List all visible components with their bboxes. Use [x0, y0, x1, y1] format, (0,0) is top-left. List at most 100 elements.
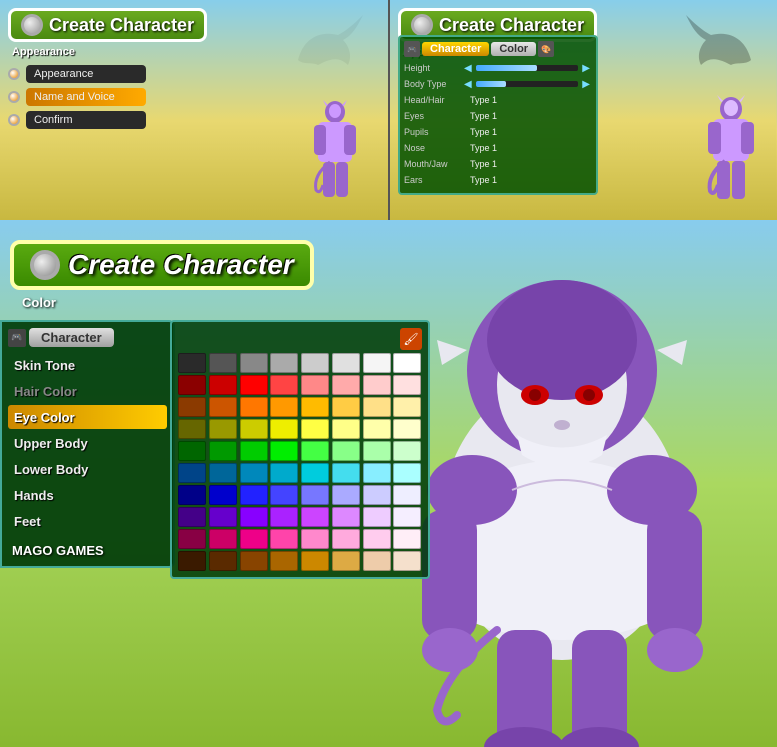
- color-cell-9-4[interactable]: [301, 551, 329, 571]
- color-cell-1-2[interactable]: [240, 375, 268, 395]
- color-cell-2-4[interactable]: [301, 397, 329, 417]
- color-cell-0-0[interactable]: [178, 353, 206, 373]
- option-skin-tone[interactable]: Skin Tone: [8, 353, 167, 377]
- color-cell-5-7[interactable]: [393, 463, 421, 483]
- tab-color[interactable]: Color: [491, 42, 536, 56]
- color-cell-5-0[interactable]: [178, 463, 206, 483]
- label-appearance: Appearance: [34, 68, 93, 80]
- color-cell-8-1[interactable]: [209, 529, 237, 549]
- arrow-left-bodytype[interactable]: ◀: [464, 79, 472, 90]
- color-cell-7-0[interactable]: [178, 507, 206, 527]
- color-cell-8-0[interactable]: [178, 529, 206, 549]
- color-cell-5-5[interactable]: [332, 463, 360, 483]
- color-cell-1-1[interactable]: [209, 375, 237, 395]
- color-cell-6-7[interactable]: [393, 485, 421, 505]
- color-cell-9-3[interactable]: [270, 551, 298, 571]
- color-cell-8-3[interactable]: [270, 529, 298, 549]
- color-cell-1-5[interactable]: [332, 375, 360, 395]
- top-left-title-badge: Create Character: [8, 8, 207, 42]
- color-cell-9-6[interactable]: [363, 551, 391, 571]
- color-cell-5-6[interactable]: [363, 463, 391, 483]
- option-upper-body[interactable]: Upper Body: [8, 431, 167, 455]
- color-cell-5-3[interactable]: [270, 463, 298, 483]
- color-cell-0-1[interactable]: [209, 353, 237, 373]
- color-cell-9-7[interactable]: [393, 551, 421, 571]
- color-cell-2-5[interactable]: [332, 397, 360, 417]
- color-cell-6-3[interactable]: [270, 485, 298, 505]
- color-cell-0-7[interactable]: [393, 353, 421, 373]
- color-cell-3-1[interactable]: [209, 419, 237, 439]
- color-cell-4-6[interactable]: [363, 441, 391, 461]
- option-hair-color[interactable]: Hair Color: [8, 379, 167, 403]
- color-cell-4-1[interactable]: [209, 441, 237, 461]
- color-cell-9-1[interactable]: [209, 551, 237, 571]
- color-cell-2-6[interactable]: [363, 397, 391, 417]
- color-cell-0-6[interactable]: [363, 353, 391, 373]
- color-cell-8-4[interactable]: [301, 529, 329, 549]
- color-cell-9-0[interactable]: [178, 551, 206, 571]
- color-cell-8-6[interactable]: [363, 529, 391, 549]
- option-feet[interactable]: Feet: [8, 509, 167, 533]
- char-tab-button[interactable]: Character: [29, 328, 114, 347]
- color-cell-6-2[interactable]: [240, 485, 268, 505]
- tab-character[interactable]: Character: [422, 42, 489, 56]
- option-hands[interactable]: Hands: [8, 483, 167, 507]
- menu-item-appearance[interactable]: Appearance: [8, 64, 380, 84]
- color-cell-2-7[interactable]: [393, 397, 421, 417]
- color-cell-3-6[interactable]: [363, 419, 391, 439]
- color-cell-0-5[interactable]: [332, 353, 360, 373]
- color-cell-0-3[interactable]: [270, 353, 298, 373]
- color-cell-3-3[interactable]: [270, 419, 298, 439]
- color-cell-4-2[interactable]: [240, 441, 268, 461]
- stat-row-bodytype: Body Type ◀ ▶: [404, 77, 592, 91]
- color-cell-0-4[interactable]: [301, 353, 329, 373]
- color-cell-3-4[interactable]: [301, 419, 329, 439]
- color-cell-6-4[interactable]: [301, 485, 329, 505]
- color-cell-2-3[interactable]: [270, 397, 298, 417]
- color-cell-7-3[interactable]: [270, 507, 298, 527]
- color-cell-4-0[interactable]: [178, 441, 206, 461]
- arrow-right-height[interactable]: ▶: [582, 63, 590, 74]
- color-cell-1-0[interactable]: [178, 375, 206, 395]
- color-cell-7-5[interactable]: [332, 507, 360, 527]
- color-cell-1-3[interactable]: [270, 375, 298, 395]
- option-lower-body[interactable]: Lower Body: [8, 457, 167, 481]
- color-cell-7-6[interactable]: [363, 507, 391, 527]
- color-cell-6-6[interactable]: [363, 485, 391, 505]
- arrow-left-height[interactable]: ◀: [464, 63, 472, 74]
- color-cell-7-7[interactable]: [393, 507, 421, 527]
- color-cell-4-5[interactable]: [332, 441, 360, 461]
- brush-icon[interactable]: 🖌: [400, 328, 422, 350]
- color-cell-1-7[interactable]: [393, 375, 421, 395]
- color-cell-5-1[interactable]: [209, 463, 237, 483]
- bottom-subtitle: Color: [22, 295, 56, 310]
- color-cell-2-2[interactable]: [240, 397, 268, 417]
- color-cell-4-3[interactable]: [270, 441, 298, 461]
- color-cell-6-5[interactable]: [332, 485, 360, 505]
- color-cell-3-7[interactable]: [393, 419, 421, 439]
- color-cell-6-0[interactable]: [178, 485, 206, 505]
- arrow-right-bodytype[interactable]: ▶: [582, 79, 590, 90]
- color-cell-3-5[interactable]: [332, 419, 360, 439]
- color-cell-6-1[interactable]: [209, 485, 237, 505]
- color-cell-9-2[interactable]: [240, 551, 268, 571]
- color-cell-0-2[interactable]: [240, 353, 268, 373]
- color-cell-8-7[interactable]: [393, 529, 421, 549]
- color-cell-8-2[interactable]: [240, 529, 268, 549]
- option-eye-color[interactable]: Eye Color: [8, 405, 167, 429]
- color-cell-2-1[interactable]: [209, 397, 237, 417]
- color-cell-1-4[interactable]: [301, 375, 329, 395]
- color-cell-2-0[interactable]: [178, 397, 206, 417]
- color-cell-3-2[interactable]: [240, 419, 268, 439]
- color-cell-3-0[interactable]: [178, 419, 206, 439]
- color-cell-4-4[interactable]: [301, 441, 329, 461]
- color-cell-7-1[interactable]: [209, 507, 237, 527]
- color-cell-5-2[interactable]: [240, 463, 268, 483]
- color-cell-1-6[interactable]: [363, 375, 391, 395]
- color-cell-4-7[interactable]: [393, 441, 421, 461]
- color-cell-5-4[interactable]: [301, 463, 329, 483]
- color-cell-9-5[interactable]: [332, 551, 360, 571]
- color-cell-7-4[interactable]: [301, 507, 329, 527]
- color-cell-8-5[interactable]: [332, 529, 360, 549]
- color-cell-7-2[interactable]: [240, 507, 268, 527]
